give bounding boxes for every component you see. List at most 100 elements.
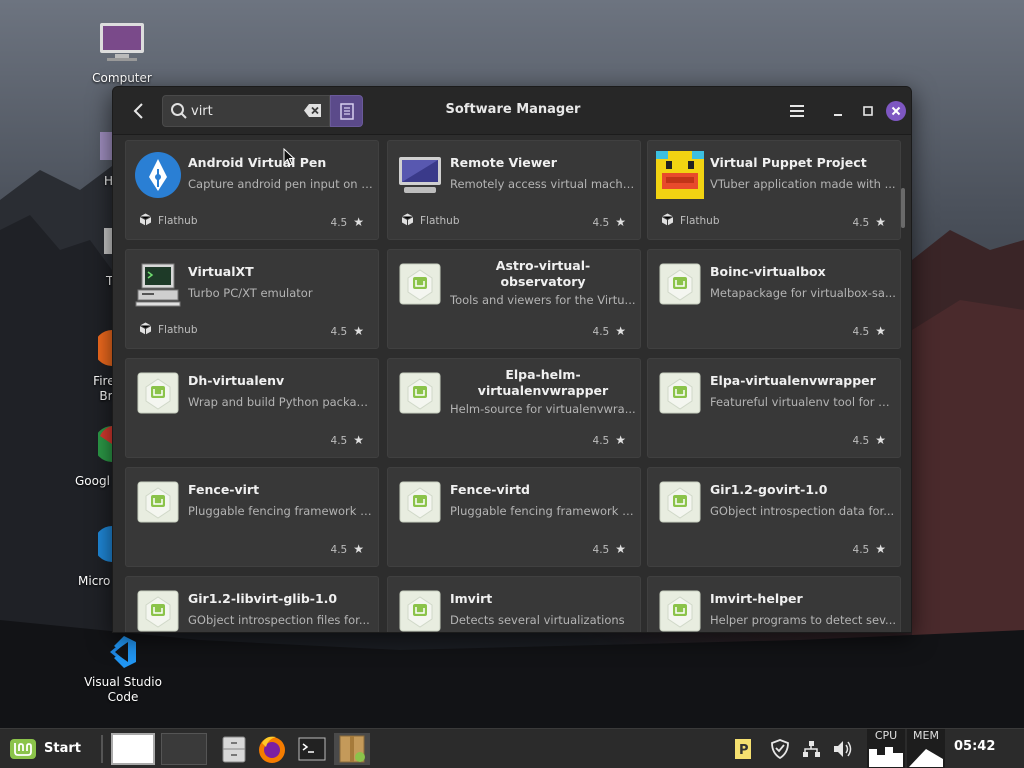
star-icon: ★ bbox=[875, 324, 886, 338]
taskbar-software-manager[interactable] bbox=[334, 733, 370, 765]
app-card[interactable]: Gir1.2-govirt-1.0 GObject introspection d… bbox=[647, 467, 901, 567]
star-icon: ★ bbox=[875, 542, 886, 556]
flathub-icon bbox=[401, 213, 414, 226]
clock[interactable]: 05:42 bbox=[954, 739, 995, 754]
star-icon: ★ bbox=[875, 215, 886, 229]
workspace-2[interactable] bbox=[161, 733, 207, 765]
app-rating: 4.5 ★ bbox=[853, 542, 886, 556]
taskbar-terminal[interactable] bbox=[296, 733, 328, 765]
app-name: Imvirt bbox=[450, 591, 493, 606]
app-card[interactable]: ImvirtDetects several virtualizations4.5… bbox=[387, 576, 641, 632]
app-name: Fence-virtd bbox=[450, 482, 531, 497]
app-rating: 4.5 ★ bbox=[331, 433, 364, 447]
title-bar: Software Manager bbox=[113, 87, 911, 135]
search-in-description-toggle[interactable] bbox=[330, 95, 363, 127]
app-source-label: Flathub bbox=[158, 324, 198, 336]
desktop-icon-label: Visual Studio Code bbox=[84, 675, 162, 704]
app-description: Remotely access virtual machines bbox=[450, 177, 636, 191]
memory-meter[interactable]: MEM bbox=[907, 729, 945, 768]
app-results-area: Android Virtual Pen Capture android pen i… bbox=[113, 136, 911, 632]
rating-value: 4.5 bbox=[852, 326, 870, 338]
app-source: Flathub bbox=[139, 213, 197, 227]
app-rating: 4.5 ★ bbox=[593, 215, 626, 229]
app-card[interactable]: Elpa-helm-virtualenvwrapper Helm-source f… bbox=[387, 358, 641, 458]
app-source-label: Flathub bbox=[680, 215, 720, 227]
app-card[interactable]: Boinc-virtualbox Metapackage for virtualb… bbox=[647, 249, 901, 349]
svg-text:P: P bbox=[739, 743, 749, 758]
firefox-icon bbox=[98, 330, 112, 366]
app-card[interactable]: Android Virtual Pen Capture android pen i… bbox=[125, 140, 379, 240]
window-title: Software Manager bbox=[445, 102, 581, 117]
app-rating: 4.5 ★ bbox=[593, 433, 626, 447]
app-description: Helper programs to detect sev... bbox=[710, 613, 896, 627]
app-name: Elpa-virtualenvwrapper bbox=[710, 373, 876, 388]
file-cabinet-icon bbox=[222, 736, 246, 763]
app-card[interactable]: Fence-virt Pluggable fencing framework f.… bbox=[125, 467, 379, 567]
desktop-icon-vscode[interactable]: Visual Studio Code bbox=[78, 632, 168, 705]
star-icon: ★ bbox=[353, 542, 364, 556]
minimize-button[interactable] bbox=[830, 101, 846, 121]
cpu-meter[interactable]: CPU bbox=[867, 729, 905, 768]
maximize-icon bbox=[863, 106, 873, 116]
maximize-button[interactable] bbox=[860, 103, 876, 119]
tray-volume[interactable] bbox=[831, 737, 853, 761]
app-rating: 4.5 ★ bbox=[853, 215, 886, 229]
app-name: Dh-virtualenv bbox=[188, 373, 285, 388]
rating-value: 4.5 bbox=[592, 217, 610, 229]
mouse-cursor-icon bbox=[283, 148, 296, 166]
chrome-icon bbox=[98, 426, 112, 462]
app-description: GObject introspection files for... bbox=[188, 613, 370, 627]
search-input[interactable] bbox=[191, 101, 301, 121]
app-card[interactable]: Astro-virtual-observatory Tools and viewe… bbox=[387, 249, 641, 349]
app-card[interactable]: Fence-virtd Pluggable fencing framework f… bbox=[387, 467, 641, 567]
tray-shield[interactable] bbox=[770, 737, 790, 761]
rating-value: 4.5 bbox=[852, 217, 870, 229]
flathub-icon bbox=[139, 322, 152, 335]
app-card[interactable]: Imvirt-helper Helper programs to detect s… bbox=[647, 576, 901, 632]
app-source-label: Flathub bbox=[420, 215, 460, 227]
clear-search-icon[interactable] bbox=[304, 104, 321, 117]
app-description: GObject introspection data for... bbox=[710, 504, 895, 518]
app-description: Turbo PC/XT emulator bbox=[188, 286, 313, 300]
app-source: Flathub bbox=[139, 322, 197, 336]
app-name: VirtualXT bbox=[188, 264, 254, 279]
retro-pc-icon bbox=[134, 260, 182, 308]
desktop-icon-computer[interactable]: Computer bbox=[77, 20, 167, 86]
results-scrollbar[interactable] bbox=[901, 188, 905, 228]
app-card[interactable]: Elpa-virtualenvwrapper Featureful virtual… bbox=[647, 358, 901, 458]
app-card[interactable]: Remote Viewer Remotely access virtual mac… bbox=[387, 140, 641, 240]
app-card[interactable]: VirtualXT Turbo PC/XT emulator Flathub 4.5 ★ bbox=[125, 249, 379, 349]
tray-notes[interactable]: P bbox=[733, 737, 753, 761]
rating-value: 4.5 bbox=[330, 217, 348, 229]
star-icon: ★ bbox=[353, 215, 364, 229]
mint-package-icon bbox=[656, 587, 704, 632]
taskbar-firefox[interactable] bbox=[256, 733, 288, 765]
rating-value: 4.5 bbox=[852, 544, 870, 556]
menu-button[interactable] bbox=[787, 101, 807, 121]
mint-package-icon bbox=[656, 260, 704, 308]
star-icon: ★ bbox=[615, 542, 626, 556]
star-icon: ★ bbox=[353, 433, 364, 447]
workspace-1[interactable] bbox=[111, 733, 155, 765]
close-button[interactable] bbox=[886, 101, 906, 121]
app-card[interactable]: Dh-virtualenv Wrap and build Python packa… bbox=[125, 358, 379, 458]
mem-label: MEM bbox=[913, 729, 939, 742]
flathub-icon bbox=[139, 213, 152, 226]
app-description: Capture android pen input on L... bbox=[188, 177, 374, 191]
volume-icon bbox=[834, 741, 852, 757]
app-card[interactable]: Virtual Puppet Project VTuber application… bbox=[647, 140, 901, 240]
firefox-icon bbox=[259, 736, 285, 763]
app-card[interactable]: Gir1.2-libvirt-glib-1.0 GObject introspec… bbox=[125, 576, 379, 632]
taskbar: Start P CPU MEM 05:42 bbox=[0, 728, 1024, 768]
back-button[interactable] bbox=[127, 99, 151, 123]
vscode-icon bbox=[110, 636, 136, 668]
app-name: Elpa-helm-virtualenvwrapper bbox=[477, 367, 609, 398]
taskbar-files[interactable] bbox=[218, 733, 250, 765]
app-name: Virtual Puppet Project bbox=[710, 155, 867, 170]
desktop-label-chrome: Googl bbox=[75, 474, 110, 488]
start-menu-button[interactable]: Start bbox=[8, 735, 98, 763]
app-description: Metapackage for virtualbox-sa... bbox=[710, 286, 896, 300]
tray-network[interactable] bbox=[801, 737, 821, 761]
search-icon bbox=[171, 103, 187, 119]
app-rating: 4.5 ★ bbox=[853, 324, 886, 338]
